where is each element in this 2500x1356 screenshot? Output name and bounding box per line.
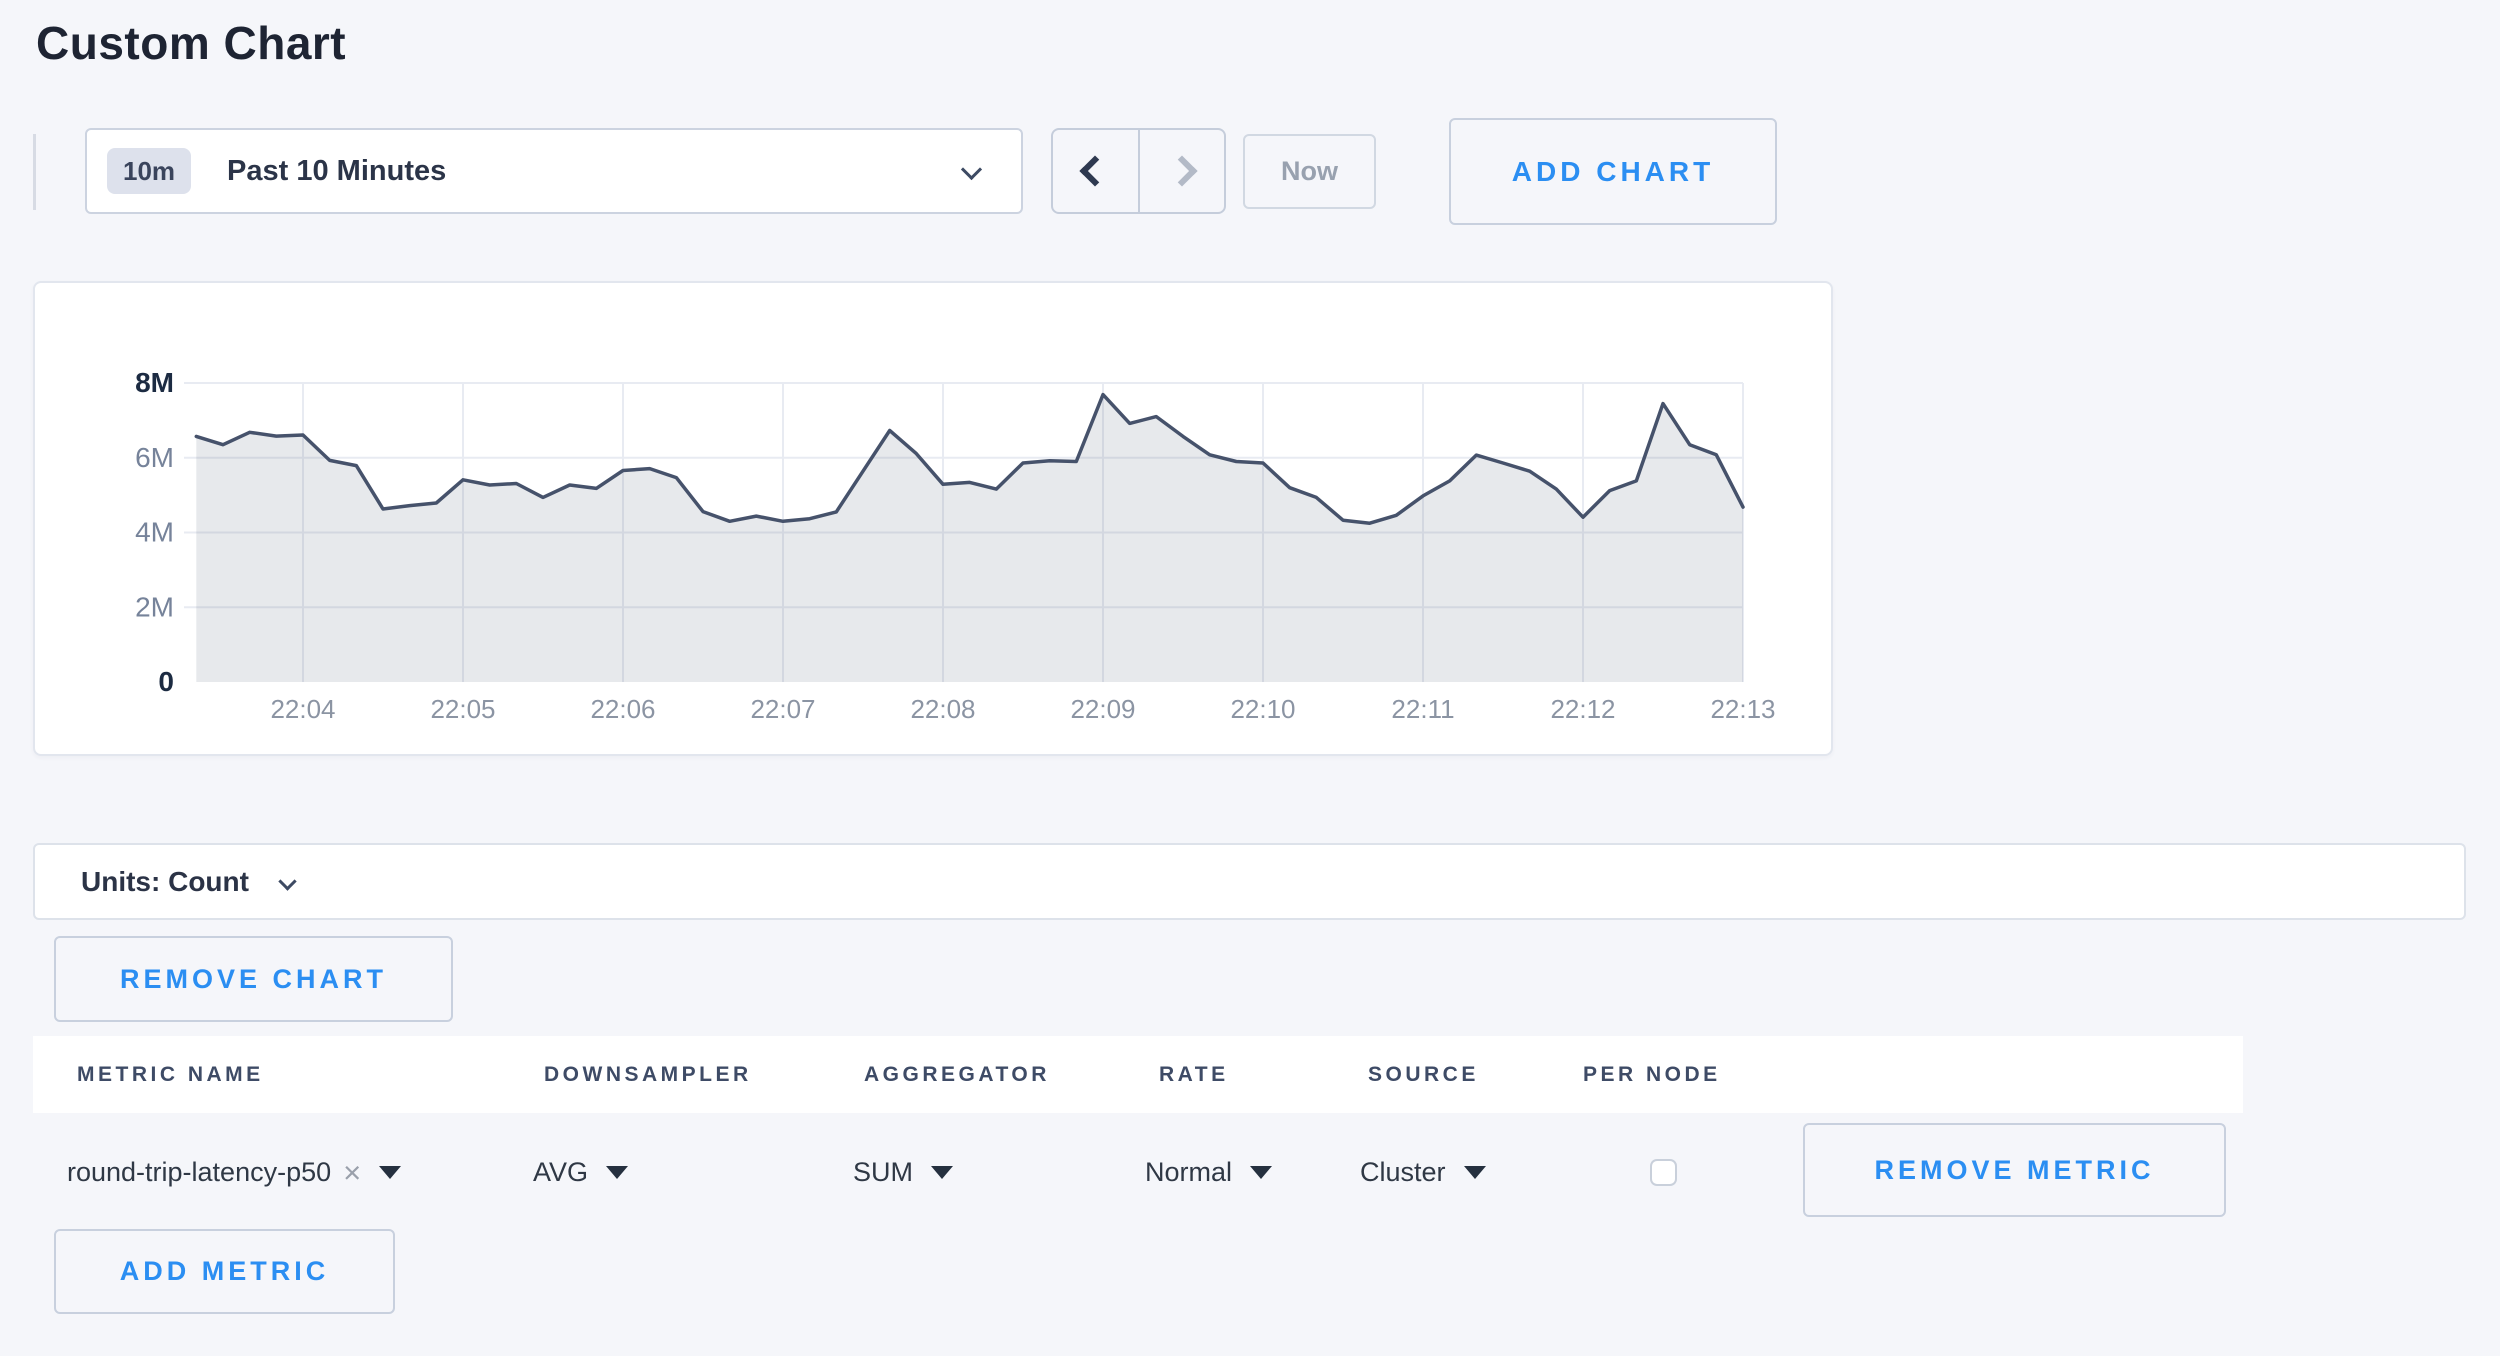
svg-text:8M: 8M (135, 367, 174, 398)
rate-select[interactable]: Normal (1145, 1143, 1272, 1201)
svg-text:22:13: 22:13 (1710, 694, 1775, 724)
aggregator-select[interactable]: SUM (853, 1143, 953, 1201)
svg-text:22:05: 22:05 (430, 694, 495, 724)
svg-text:22:08: 22:08 (910, 694, 975, 724)
next-time-button[interactable] (1138, 130, 1225, 212)
custom-chart-page: Custom Chart 10m Past 10 Minutes Now ADD… (0, 0, 2500, 1356)
metric-name-select[interactable]: round-trip-latency-p50 × (67, 1143, 401, 1201)
clear-metric-icon[interactable]: × (343, 1157, 361, 1188)
remove-metric-button[interactable]: REMOVE METRIC (1803, 1123, 2226, 1217)
units-label: Units: Count (81, 866, 249, 898)
chevron-left-icon (1080, 155, 1111, 186)
prev-time-button[interactable] (1053, 130, 1138, 212)
caret-down-icon (1464, 1166, 1486, 1179)
svg-text:22:11: 22:11 (1391, 694, 1454, 724)
rate-value: Normal (1145, 1157, 1232, 1188)
caret-down-icon (606, 1166, 628, 1179)
now-button[interactable]: Now (1243, 134, 1376, 209)
svg-text:4M: 4M (135, 517, 174, 548)
caret-down-icon (379, 1166, 401, 1179)
page-title: Custom Chart (36, 16, 346, 70)
time-window-select[interactable]: 10m Past 10 Minutes (85, 128, 1023, 214)
svg-text:22:07: 22:07 (750, 694, 815, 724)
timeseries-area-chart[interactable]: 22:04 22:05 22:06 22:07 22:08 22:09 22:10 22:11… (35, 283, 1831, 754)
toolbar-left-divider (33, 134, 36, 210)
metrics-table-header: METRIC NAME DOWNSAMPLER AGGREGATOR RATE … (33, 1036, 2243, 1113)
per-node-checkbox[interactable] (1650, 1159, 1677, 1186)
chevron-right-icon (1166, 155, 1197, 186)
chevron-down-icon (961, 159, 982, 180)
units-dropdown[interactable]: Units: Count (33, 843, 2466, 920)
caret-down-icon (931, 1166, 953, 1179)
downsampler-select[interactable]: AVG (533, 1143, 628, 1201)
chevron-down-icon (278, 872, 296, 890)
svg-text:22:09: 22:09 (1070, 694, 1135, 724)
source-value: Cluster (1360, 1157, 1446, 1188)
caret-down-icon (1250, 1166, 1272, 1179)
downsampler-value: AVG (533, 1157, 588, 1188)
time-window-badge: 10m (107, 148, 191, 194)
col-header-metric-name: METRIC NAME (77, 1036, 264, 1113)
svg-text:22:10: 22:10 (1230, 694, 1295, 724)
time-nav-group (1051, 128, 1226, 214)
svg-text:2M: 2M (135, 591, 174, 622)
metric-name-value: round-trip-latency-p50 (67, 1157, 331, 1188)
svg-text:22:06: 22:06 (590, 694, 655, 724)
col-header-source: SOURCE (1368, 1036, 1479, 1113)
col-header-downsampler: DOWNSAMPLER (544, 1036, 752, 1113)
remove-chart-button[interactable]: REMOVE CHART (54, 936, 453, 1022)
svg-text:6M: 6M (135, 442, 174, 473)
add-chart-button[interactable]: ADD CHART (1449, 118, 1777, 225)
col-header-aggregator: AGGREGATOR (864, 1036, 1050, 1113)
time-window-label: Past 10 Minutes (227, 155, 446, 188)
col-header-rate: RATE (1159, 1036, 1229, 1113)
svg-text:22:04: 22:04 (270, 694, 335, 724)
chart-card[interactable]: 22:04 22:05 22:06 22:07 22:08 22:09 22:10 22:11… (33, 281, 1833, 756)
svg-text:22:12: 22:12 (1550, 694, 1615, 724)
aggregator-value: SUM (853, 1157, 913, 1188)
source-select[interactable]: Cluster (1360, 1143, 1486, 1201)
col-header-per-node: PER NODE (1583, 1036, 1721, 1113)
svg-text:0: 0 (158, 666, 174, 697)
add-metric-button[interactable]: ADD METRIC (54, 1229, 395, 1314)
